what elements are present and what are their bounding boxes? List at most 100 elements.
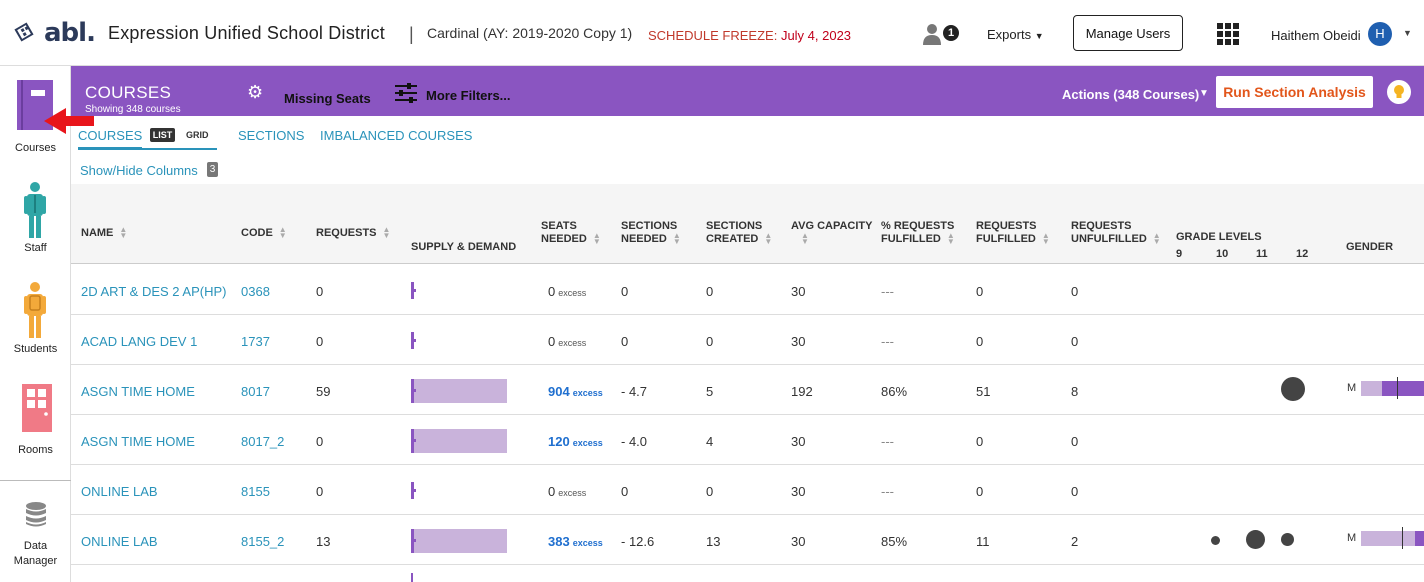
table-row[interactable]: ASGN TIME HOME 8017 59 904 excess - 4.7 5… (71, 365, 1424, 415)
more-filters-button[interactable]: More Filters... (426, 88, 511, 103)
grade-10-dot (1246, 530, 1265, 549)
requests-value: 0 (316, 334, 324, 349)
user-menu-chevron-icon[interactable]: ▼ (1403, 28, 1412, 38)
gender-fill (1415, 531, 1424, 546)
course-code-link[interactable]: 8155_2 (241, 534, 284, 549)
excess-label: excess (572, 388, 603, 398)
sort-icon[interactable]: ▲ ▼ (119, 226, 127, 240)
database-icon (26, 502, 46, 527)
unfulfilled-value: 8 (1071, 384, 1079, 399)
col-seats-needed[interactable]: SEATS NEEDED ▲ ▼ (541, 220, 601, 246)
sort-icon[interactable]: ▲ ▼ (383, 226, 391, 240)
col-pct-fulfilled[interactable]: % REQUESTS FULFILLED ▲ ▼ (881, 220, 955, 246)
sort-icon[interactable]: ▲ ▼ (764, 232, 772, 246)
sort-icon[interactable]: ▲ ▼ (947, 232, 955, 246)
grade-11-dot (1281, 533, 1294, 546)
exports-menu[interactable]: Exports ▼ (987, 27, 1044, 42)
actions-chevron-icon[interactable]: ▼ (1199, 88, 1209, 99)
user-name[interactable]: Haithem Obeidi (1271, 28, 1361, 43)
col-sections-needed[interactable]: SECTIONS NEEDED ▲ ▼ (621, 220, 681, 246)
actions-menu[interactable]: Actions (348 Courses) (1062, 87, 1199, 102)
course-code-link[interactable]: 8155 (241, 484, 270, 499)
list-view-toggle[interactable]: LIST (150, 128, 175, 142)
supply-demand-nub (411, 539, 416, 542)
chevron-down-icon: ▼ (1034, 31, 1044, 41)
course-code-link[interactable]: 8017_2 (241, 434, 284, 449)
requests-value: 0 (316, 434, 324, 449)
sidebar-item-staff[interactable]: Staff (0, 166, 71, 266)
seats-value: 383 (548, 534, 570, 549)
table-row[interactable]: ASGN TIME HOME 8017_2 0 120 excess - 4.0 … (71, 415, 1424, 465)
sidebar-item-students[interactable]: Students (0, 266, 71, 366)
sidebar-item-rooms[interactable]: Rooms (0, 366, 71, 466)
active-tab-underline (78, 148, 217, 150)
table-header: NAME ▲ ▼ CODE ▲ ▼ REQUESTS ▲ ▼ SUPPLY & DEMAND… (71, 184, 1424, 264)
supply-demand-bar (411, 429, 507, 453)
table-row[interactable]: ONLINE LAB 8155_2 13 383 excess - 12.6 13… (71, 515, 1424, 565)
col-name[interactable]: NAME ▲ ▼ (81, 226, 127, 240)
col-avg-capacity[interactable]: AVG CAPACITY ▲ ▼ (791, 220, 873, 246)
course-name-link[interactable]: ACAD LANG DEV 1 (81, 334, 197, 349)
sort-icon[interactable]: ▲ ▼ (673, 232, 681, 246)
lightbulb-icon[interactable] (1387, 80, 1411, 104)
col-sections-created[interactable]: SECTIONS CREATED ▲ ▼ (706, 220, 772, 246)
col-seats-label-1: SEATS (541, 220, 577, 232)
col-requests-unfulfilled[interactable]: REQUESTS UNFULFILLED ▲ ▼ (1071, 220, 1161, 246)
course-name-link[interactable]: 2D ART & DES 2 AP(HP) (81, 284, 226, 299)
abl-logo[interactable]: abl. (14, 18, 96, 48)
col-ful-label-2: FULFILLED (976, 233, 1036, 245)
gender-fill (1382, 381, 1424, 396)
page-title: COURSES (85, 83, 172, 102)
show-hide-columns-link[interactable]: Show/Hide Columns (80, 163, 198, 178)
sections-needed-value: - 4.0 (621, 434, 648, 449)
sort-icon[interactable]: ▲ ▼ (1153, 232, 1161, 246)
excess-label: excess (572, 438, 603, 448)
tab-courses[interactable]: COURSES (78, 128, 143, 149)
manage-users-button[interactable]: Manage Users (1073, 15, 1183, 51)
sidebar-divider (0, 480, 71, 481)
col-name-label: NAME (81, 227, 114, 239)
course-code-link[interactable]: 1737 (241, 334, 270, 349)
schedule-freeze: SCHEDULE FREEZE: July 4, 2023 (648, 28, 851, 43)
course-name-link[interactable]: ONLINE LAB (81, 534, 158, 549)
tab-sections[interactable]: SECTIONS (238, 128, 304, 143)
course-code-link[interactable]: 0368 (241, 284, 270, 299)
supply-demand-nub (411, 489, 416, 492)
sort-icon[interactable]: ▲ ▼ (1042, 232, 1050, 246)
tab-imbalanced-courses[interactable]: IMBALANCED COURSES (320, 128, 472, 143)
missing-seats-filter[interactable]: Missing Seats (284, 91, 371, 106)
course-name-link[interactable]: ASGN TIME HOME (81, 434, 195, 449)
sidebar: Courses Staff Students Rooms Data Manage… (0, 66, 94, 582)
sort-icon[interactable]: ▲ ▼ (279, 226, 287, 240)
col-requests[interactable]: REQUESTS ▲ ▼ (316, 226, 391, 240)
grid-view-toggle[interactable]: GRID (186, 130, 209, 140)
grade-11-label: 11 (1256, 248, 1268, 260)
avatar[interactable]: H (1368, 22, 1392, 46)
sort-icon[interactable]: ▲ ▼ (593, 232, 601, 246)
sections-needed-value: 0 (621, 284, 629, 299)
gender-m-label: M (1347, 382, 1357, 394)
filter-sliders-icon[interactable] (395, 83, 417, 103)
unfulfilled-value: 0 (1071, 334, 1079, 349)
hidden-columns-badge: 3 (207, 162, 218, 177)
table-row[interactable]: 2D ART & DES 2 AP(HP) 0368 0 0 excess 0 0… (71, 265, 1424, 315)
col-unful-label-2: UNFULFILLED (1071, 233, 1147, 245)
run-section-analysis-button[interactable]: Run Section Analysis (1216, 76, 1373, 108)
table-row[interactable]: ONLINE LAB 8155 0 0 excess 0 0 30 --- 0 0 (71, 465, 1424, 515)
course-code-link[interactable]: 8017 (241, 384, 270, 399)
table-row[interactable]: ACAD LANG DEV 1 1737 0 0 excess 0 0 30 --… (71, 315, 1424, 365)
seats-value: 0 (548, 334, 556, 349)
course-name-link[interactable]: ONLINE LAB (81, 484, 158, 499)
fulfilled-value: 11 (976, 534, 990, 549)
fulfilled-value: 0 (976, 484, 984, 499)
col-code[interactable]: CODE ▲ ▼ (241, 226, 287, 240)
app-grid-icon[interactable] (1217, 23, 1239, 45)
col-requests-fulfilled[interactable]: REQUESTS FULFILLED ▲ ▼ (976, 220, 1050, 246)
seats-needed-value: 904 excess (548, 384, 603, 399)
course-name-link[interactable]: ASGN TIME HOME (81, 384, 195, 399)
avg-capacity-value: 30 (791, 484, 806, 499)
gear-icon[interactable]: ⚙ (247, 82, 263, 103)
sidebar-item-data-manager[interactable]: Data Manager (0, 482, 71, 582)
grade-12-label: 12 (1296, 248, 1309, 260)
sort-icon[interactable]: ▲ ▼ (801, 232, 809, 246)
